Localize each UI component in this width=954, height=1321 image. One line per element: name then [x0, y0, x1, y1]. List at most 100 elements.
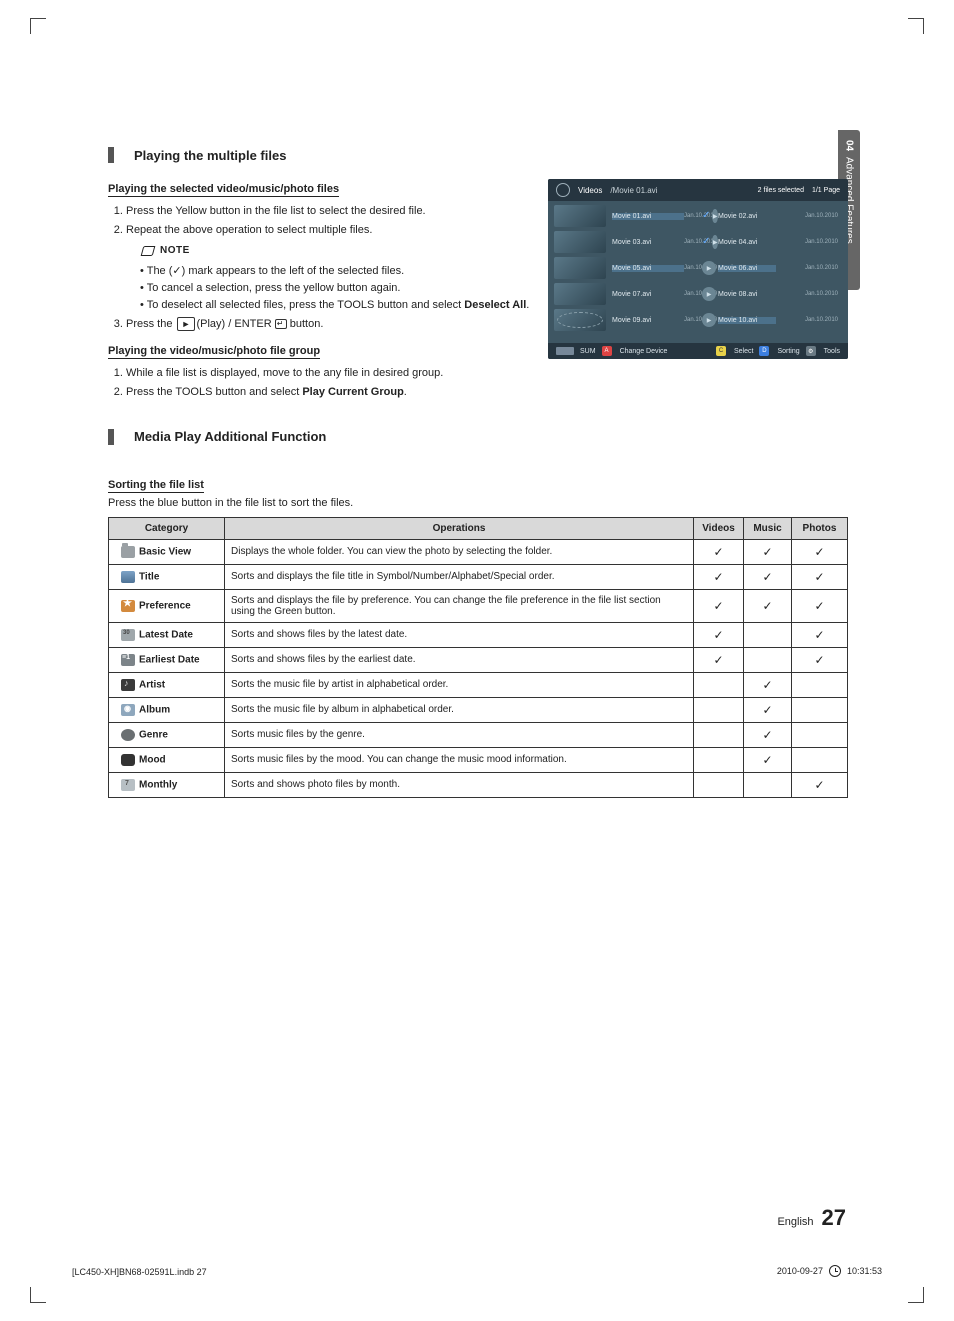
file-name: Movie 02.avi	[718, 213, 776, 220]
step-text: .	[404, 386, 407, 398]
music-cell: ✓	[744, 589, 792, 622]
table-row: Monthly Sorts and shows photo files by m…	[109, 772, 848, 797]
file-date: Jan.10.2010	[684, 265, 702, 271]
col-videos: Videos	[694, 517, 744, 539]
videos-cell: ✓	[694, 622, 744, 647]
tools-label: TOOLS	[337, 299, 374, 311]
print-time: 10:31:53	[847, 1266, 882, 1276]
enter-label: ENTER	[234, 318, 271, 330]
note-item: The (✓) mark appears to the left of the …	[140, 263, 538, 280]
videos-cell: ✓	[694, 589, 744, 622]
category-icon	[121, 571, 135, 583]
play-current-group-label: Play Current Group	[302, 386, 403, 398]
note-icon	[141, 246, 156, 256]
note-text: .	[526, 299, 529, 311]
music-cell: ✓	[744, 672, 792, 697]
file-midcol	[702, 287, 718, 301]
page-number: 27	[822, 1205, 846, 1231]
file-cell: Movie 09.avi	[612, 317, 684, 324]
crop-mark	[908, 18, 924, 34]
subheading: Playing the video/music/photo file group	[108, 345, 320, 359]
note-text: To deselect all selected files, press th…	[147, 299, 338, 311]
table-row: Title Sorts and displays the file title …	[109, 564, 848, 589]
table-row: Album Sorts the music file by album in a…	[109, 697, 848, 722]
section-title: Media Play Additional Function	[134, 429, 326, 444]
breadcrumb-videos: Videos	[578, 186, 602, 195]
sort-table: Category Operations Videos Music Photos …	[108, 517, 848, 798]
file-name: Movie 01.avi	[612, 213, 684, 220]
file-date: Jan.10.2010	[776, 239, 842, 245]
table-row: Genre Sorts music files by the genre. ✓	[109, 722, 848, 747]
media-icon	[556, 183, 570, 197]
category-cell: Basic View	[109, 539, 225, 564]
file-date: Jan.10.2010	[684, 291, 702, 297]
screenshot-header: Videos /Movie 01.avi 2 files selected 1/…	[548, 179, 848, 201]
sort-description: Press the blue button in the file list t…	[108, 497, 848, 509]
note-item: To cancel a selection, press the yellow …	[140, 280, 538, 297]
music-cell: ✓	[744, 747, 792, 772]
file-thumbnail	[554, 231, 606, 253]
step-text: Press the Yellow button in the file list…	[126, 205, 426, 217]
print-meta-left: [LC450-XH]BN68-02591L.indb 27	[72, 1267, 207, 1277]
step-text: button and select	[212, 386, 302, 398]
breadcrumb-path: /Movie 01.avi	[610, 186, 657, 195]
file-grid: Movie 01.avi Jan.10.2010 ✓ Movie 02.avi Jan.…	[548, 201, 848, 335]
videos-cell	[694, 722, 744, 747]
file-name: Movie 06.avi	[718, 265, 776, 272]
tools-key-icon: ⚙	[806, 346, 816, 356]
tools-label: TOOLS	[175, 386, 212, 398]
videos-cell	[694, 747, 744, 772]
file-cell: Movie 03.avi	[612, 239, 684, 246]
crop-mark	[908, 1287, 924, 1303]
file-midcol	[702, 261, 718, 275]
page-footer: English 27	[777, 1205, 846, 1231]
category-icon	[121, 629, 135, 641]
footer-language: English	[777, 1216, 813, 1228]
note-text: To cancel a selection, press the yellow …	[147, 282, 401, 294]
file-midcol	[702, 313, 718, 327]
videos-cell	[694, 672, 744, 697]
subheading: Playing the selected video/music/photo f…	[108, 183, 339, 197]
check-icon: ✓	[702, 210, 710, 222]
file-date: Jan.10.2010	[776, 265, 842, 271]
photos-cell: ✓	[792, 539, 848, 564]
play-icon	[702, 313, 716, 327]
table-header-row: Category Operations Videos Music Photos	[109, 517, 848, 539]
operation-cell: Displays the whole folder. You can view …	[225, 539, 694, 564]
col-category: Category	[109, 517, 225, 539]
note-label: NOTE	[160, 243, 190, 259]
section-bar-icon	[108, 429, 114, 445]
enter-icon	[275, 319, 287, 329]
note-list: The (✓) mark appears to the left of the …	[126, 263, 538, 314]
play-icon	[702, 261, 716, 275]
section-bar-icon	[108, 147, 114, 163]
table-row: Preference Sorts and displays the file b…	[109, 589, 848, 622]
file-date: Jan.10.2010	[684, 317, 702, 323]
category-icon	[121, 729, 135, 741]
table-row: Mood Sorts music files by the mood. You …	[109, 747, 848, 772]
music-cell	[744, 772, 792, 797]
section-header: Playing the multiple files	[108, 147, 848, 163]
operation-cell: Sorts and displays the file by preferenc…	[225, 589, 694, 622]
usb-icon	[556, 347, 574, 355]
photos-cell: ✓	[792, 589, 848, 622]
table-row: Basic View Displays the whole folder. Yo…	[109, 539, 848, 564]
file-cell: Movie 07.avi	[612, 291, 684, 298]
videos-cell: ✓	[694, 647, 744, 672]
col-photos: Photos	[792, 517, 848, 539]
col-music: Music	[744, 517, 792, 539]
print-meta-right: 2010-09-27 10:31:53	[777, 1265, 882, 1277]
crop-mark	[30, 1287, 46, 1303]
note-text: The (✓) mark appears to the left of the …	[147, 265, 404, 277]
yellow-key-icon: C	[716, 346, 726, 356]
note-text: button and select	[374, 299, 464, 311]
files-selected-label: 2 files selected	[758, 187, 804, 194]
change-device-label: Change Device	[620, 348, 668, 355]
category-icon	[121, 546, 135, 558]
step-item: While a file list is displayed, move to …	[126, 365, 538, 382]
file-thumbnail	[554, 257, 606, 279]
music-cell	[744, 647, 792, 672]
subheading: Sorting the file list	[108, 479, 204, 493]
photos-cell	[792, 722, 848, 747]
file-name: Movie 08.avi	[718, 291, 776, 298]
